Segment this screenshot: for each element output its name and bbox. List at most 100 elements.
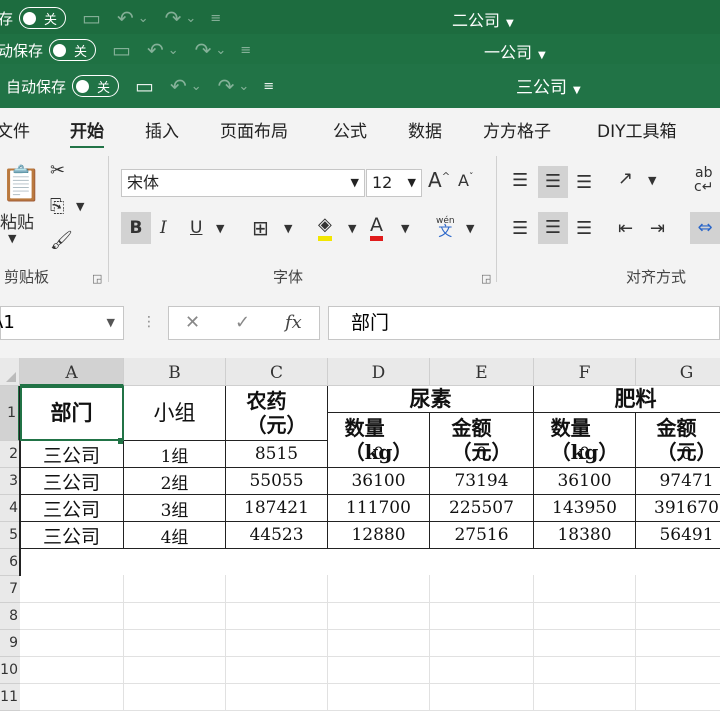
font-size-combo[interactable]: 12 ▼ [366, 169, 422, 197]
window-title[interactable]: 一公司 ▼ [484, 39, 546, 63]
table-cell[interactable]: 18380 [534, 522, 636, 549]
window-title[interactable]: 三公司 ▼ [516, 73, 581, 98]
customize-qat-icon[interactable]: ≡ [210, 11, 221, 26]
customize-qat-icon[interactable]: ≡ [263, 79, 274, 94]
tab-home[interactable]: 开始 [70, 117, 104, 149]
window-title[interactable]: 二公司 ▼ [452, 7, 514, 31]
chevron-down-icon[interactable]: ▼ [351, 170, 359, 196]
table-cell[interactable]: 三公司 [20, 495, 124, 522]
align-left-icon[interactable]: ☰ [512, 218, 528, 239]
undo-icon[interactable]: ↶ [117, 6, 134, 30]
align-top-icon[interactable]: ☰ [512, 170, 528, 191]
dialog-launcher-icon[interactable]: ◲ [92, 272, 102, 285]
bold-button[interactable]: B [121, 212, 151, 244]
underline-button[interactable]: U [190, 218, 202, 238]
table-cell[interactable]: 0 [328, 441, 430, 468]
cut-icon[interactable]: ✂ [50, 160, 65, 181]
redo-icon[interactable]: ↷ [165, 6, 182, 30]
header-cell-group[interactable]: 小组 [124, 386, 226, 441]
table-cell[interactable]: 187421 [226, 495, 328, 522]
redo-icon[interactable]: ↷ [195, 38, 212, 62]
undo-icon[interactable]: ↶ [147, 38, 164, 62]
column-header-B[interactable]: B [124, 358, 226, 386]
table-cell[interactable]: 111700 [328, 495, 430, 522]
tab-fangfanggezi[interactable]: 方方格子 [483, 117, 551, 142]
table-cell[interactable]: 391670 [636, 495, 720, 522]
header-cell-fertilizer[interactable]: 肥料 [534, 386, 720, 413]
table-cell[interactable]: 55055 [226, 468, 328, 495]
chevron-down-icon[interactable]: ▼ [284, 222, 292, 235]
table-cell[interactable]: 225507 [430, 495, 534, 522]
format-painter-icon[interactable]: 🖌 [50, 230, 73, 251]
chevron-down-icon[interactable]: ▼ [216, 222, 224, 235]
row-header-1[interactable]: 1 [0, 386, 20, 441]
row-header-7[interactable]: 7 [0, 576, 20, 603]
orientation-icon[interactable]: ↗ [618, 168, 633, 189]
align-middle-icon[interactable]: ☰ [538, 166, 568, 198]
font-name-combo[interactable]: 宋体 ▼ [121, 169, 365, 197]
row-header-2[interactable]: 2 [0, 441, 20, 468]
chevron-down-icon[interactable]: ▼ [401, 222, 409, 235]
chevron-down-icon[interactable]: ⌄ [168, 43, 179, 58]
enter-icon[interactable]: ✓ [235, 312, 250, 333]
redo-icon[interactable]: ↷ [218, 74, 235, 98]
tab-insert[interactable]: 插入 [145, 117, 179, 142]
table-cell[interactable]: 三公司 [20, 468, 124, 495]
column-header-C[interactable]: C [226, 358, 328, 386]
table-cell[interactable]: 36100 [534, 468, 636, 495]
column-header-F[interactable]: F [534, 358, 636, 386]
column-header-A[interactable]: A [20, 358, 124, 386]
insert-function-button[interactable]: fx [285, 312, 302, 333]
chevron-down-icon[interactable]: ▼ [466, 222, 474, 235]
table-cell[interactable]: 8515 [226, 441, 328, 468]
table-cell[interactable]: 0 [430, 441, 534, 468]
align-bottom-icon[interactable]: ☰ [576, 172, 592, 193]
chevron-down-icon[interactable]: ⌄ [138, 11, 149, 26]
table-cell[interactable]: 2组 [124, 468, 226, 495]
header-cell-urea[interactable]: 尿素 [328, 386, 534, 413]
header-cell-pesticide[interactable]: 农药 （元） [226, 386, 328, 441]
tab-file[interactable]: 文件 [0, 117, 30, 142]
table-cell[interactable]: 143950 [534, 495, 636, 522]
row-header-11[interactable]: 11 [0, 684, 20, 711]
chevron-down-icon[interactable]: ⌄ [215, 43, 226, 58]
row-header-10[interactable]: 10 [0, 657, 20, 684]
align-center-icon[interactable]: ☰ [538, 212, 568, 244]
chevron-down-icon[interactable]: ⌄ [191, 79, 202, 94]
select-all-corner[interactable] [0, 358, 20, 386]
increase-indent-icon[interactable]: ⇥ [650, 218, 665, 239]
paste-icon[interactable]: 📋 [0, 164, 42, 204]
header-cell-dept[interactable]: 部门 [20, 386, 124, 441]
cancel-icon[interactable]: ✕ [185, 312, 200, 333]
table-cell[interactable]: 0 [534, 441, 636, 468]
table-cell[interactable]: 三公司 [20, 522, 124, 549]
column-header-G[interactable]: G [636, 358, 720, 386]
tab-formulas[interactable]: 公式 [333, 117, 367, 142]
copy-icon[interactable]: ⎘ [50, 196, 64, 217]
table-cell[interactable]: 36100 [328, 468, 430, 495]
increase-font-icon[interactable]: A^ [428, 168, 450, 192]
table-cell[interactable]: 3组 [124, 495, 226, 522]
fill-color-icon[interactable]: ◈ [318, 214, 332, 241]
chevron-down-icon[interactable]: ⌄ [185, 11, 196, 26]
borders-icon[interactable]: ⊞ [252, 216, 269, 240]
decrease-font-icon[interactable]: Aˇ [458, 171, 473, 190]
save-icon[interactable]: ▭ [135, 74, 154, 98]
name-box[interactable]: A1 ▼ [0, 306, 124, 340]
align-right-icon[interactable]: ☰ [576, 218, 592, 239]
formula-input[interactable]: 部门 [328, 306, 720, 340]
save-icon[interactable]: ▭ [112, 38, 131, 62]
customize-qat-icon[interactable]: ≡ [240, 43, 251, 58]
paste-label[interactable]: 粘贴 [0, 208, 34, 233]
table-cell[interactable]: 73194 [430, 468, 534, 495]
chevron-down-icon[interactable]: ▼ [408, 170, 416, 196]
table-cell[interactable]: 1组 [124, 441, 226, 468]
chevron-down-icon[interactable]: ▼ [648, 174, 656, 187]
font-color-icon[interactable]: A [370, 214, 383, 241]
row-header-9[interactable]: 9 [0, 630, 20, 657]
autosave-toggle[interactable]: 关 [19, 7, 67, 29]
wrap-text-icon[interactable]: ab c↵ [694, 166, 713, 194]
row-header-6[interactable]: 6 [0, 549, 20, 576]
chevron-down-icon[interactable]: ▼ [76, 200, 84, 213]
column-header-D[interactable]: D [328, 358, 430, 386]
